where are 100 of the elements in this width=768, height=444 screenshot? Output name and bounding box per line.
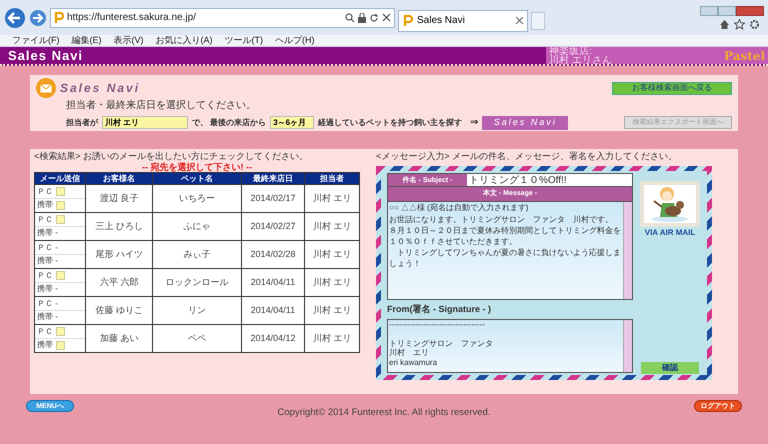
table-cell: 川村 エリ (312, 276, 352, 287)
staff-dropdown[interactable]: 川村 エリ (102, 116, 188, 129)
signature-line: 川村 エリ (389, 348, 430, 358)
close-icon[interactable] (382, 13, 391, 22)
table-cell: リン (188, 304, 206, 315)
menu-item[interactable]: ツール(T) (224, 36, 263, 45)
table-cell: 2014/04/12 (250, 332, 296, 343)
mail-type-label: ＰＣ - (37, 298, 58, 310)
search-button[interactable]: Sales Navi (482, 116, 568, 130)
site-icon (403, 14, 413, 26)
table-cell: ロックンロール (165, 276, 228, 287)
table-cell: 川村 エリ (312, 248, 352, 259)
home-icon[interactable] (719, 18, 730, 30)
star-icon[interactable] (734, 18, 745, 30)
column-header: 担当者 (304, 172, 360, 184)
column-header: お客様名 (86, 172, 153, 184)
signature-line: eri kawamura (389, 358, 438, 367)
signature-field[interactable]: ------------------------------------ トリミングサロン ファンタ 川村 エリ eri kawamura (387, 318, 633, 372)
copyright-text: Copyright© 2014 Funterest Inc. All rights reserved. (276, 406, 492, 420)
message-field[interactable]: ○○ △△様 (宛名は自動で入力されます) お世話になります。トリミングサロン ファンタ 川村です。 ８月１０日～２０日まで夏休み特別期間としてトリミング料金を１０％Ｏｆｆさせていただきます。 トリミングしてワンちゃんが夏の暑さに負けないよう応援しましょう！ (387, 201, 633, 300)
browser-tab[interactable]: Sales Navi (398, 10, 528, 32)
close-icon[interactable] (516, 17, 523, 24)
airmail-caption: VIA AIR MAIL (644, 227, 696, 239)
back-icon[interactable] (4, 6, 26, 28)
table-cell: 川村 エリ (312, 220, 352, 231)
checkbox[interactable] (56, 340, 65, 350)
menu-item[interactable]: 表示(V) (114, 36, 144, 45)
mail-type-label: 携帯 (37, 199, 53, 211)
close-button[interactable] (736, 6, 764, 16)
table-cell: 2014/04/11 (250, 276, 296, 287)
url-text: https://funterest.sakura.ne.jp/ (67, 11, 197, 25)
mail-type-label: 携帯 (37, 339, 53, 351)
table-cell: いちろー (178, 192, 215, 203)
message-caption: <メッセージ入力> メールの件名、メッセージ、署名を入力してください。 (376, 151, 678, 162)
menu-item[interactable]: 編集(E) (72, 36, 102, 45)
arrow-icon: ⇒ (470, 115, 478, 130)
checkbox[interactable] (56, 271, 65, 280)
column-header: ペット名 (152, 172, 242, 184)
search-icon[interactable] (345, 12, 355, 22)
mail-type-label: 携帯 - (37, 283, 58, 295)
mail-type-label: 携帯 - (37, 255, 58, 267)
condition-label: で、 最後の来店から (192, 116, 266, 128)
table-cell: 川村 エリ (312, 332, 352, 343)
settings-icon[interactable] (749, 18, 760, 30)
table-cell: 加藤 あい (100, 332, 138, 343)
results-caption: <検索結果> お誘いのメールを出したい方にチェックしてください。 (34, 151, 310, 162)
table-cell: みぃ子 (183, 248, 210, 259)
signature-line: ------------------------------------ (389, 320, 486, 329)
mail-type-label: ＰＣ (37, 186, 53, 198)
shop-name: 神楽坂店: (549, 46, 593, 56)
tab-title: Sales Navi (417, 14, 466, 28)
table-cell: ペペ (188, 332, 206, 343)
mail-type-label: ＰＣ (37, 214, 53, 226)
table-cell: 渡辺 良子 (100, 192, 138, 203)
menu-item[interactable]: ファイル(F) (12, 36, 60, 45)
table-cell: 尾形 ハイツ (95, 248, 143, 259)
mail-type-label: 携帯 - (37, 227, 58, 239)
new-tab-button[interactable] (531, 12, 545, 30)
salutation-text: ○○ △△様 (宛名は自動で入力されます) (389, 202, 530, 213)
table-cell: 2014/02/27 (250, 220, 296, 231)
table-cell: ふにゃ (183, 220, 210, 231)
mail-type-label: 携帯 - (37, 311, 58, 323)
message-line: ８月１０日～２０日まで夏休み特別期間としてトリミング料金を１０％Ｏｆｆさせていただきます。 (389, 225, 622, 247)
lock-icon (358, 12, 366, 22)
signature-label: From(署名 - Signature - ) (387, 303, 492, 316)
table-cell: 六平 六郎 (100, 276, 138, 287)
forward-icon[interactable] (29, 8, 47, 26)
menu-item[interactable]: お気に入り(A) (156, 36, 212, 45)
table-cell: 2014/02/28 (250, 248, 296, 259)
period-dropdown[interactable]: 3～6ヶ月 (270, 116, 314, 129)
message-line: お世話になります。トリミングサロン ファンタ 川村です。 (389, 214, 614, 225)
table-cell: 2014/02/17 (250, 192, 296, 203)
scrollbar[interactable] (623, 320, 632, 372)
section-title: Sales Navi (60, 80, 140, 97)
address-bar[interactable]: https://funterest.sakura.ne.jp/ (50, 8, 395, 28)
menu-item[interactable]: ヘルプ(H) (275, 36, 314, 45)
site-icon (54, 12, 64, 24)
envelope-icon (36, 78, 56, 98)
refresh-icon[interactable] (369, 12, 379, 22)
pastel-logo: Pastel (724, 48, 765, 64)
column-header: 最終来店日 (241, 172, 305, 184)
warning-text: -- 宛先を選択して下さい! -- (142, 162, 252, 172)
scrollbar[interactable] (623, 202, 632, 299)
confirm-button[interactable]: 確認 (641, 362, 699, 374)
checkbox[interactable] (56, 187, 65, 196)
checkbox[interactable] (56, 327, 65, 336)
table-cell: 川村 エリ (312, 304, 352, 315)
app-title: Sales Navi (7, 46, 84, 65)
table-cell: 佐藤 ゆりこ (95, 304, 143, 315)
back-to-search-button[interactable]: お客様検索画面へ戻る (612, 82, 732, 94)
checkbox[interactable] (56, 215, 65, 224)
mail-type-label: ＰＣ - (37, 242, 58, 254)
mail-type-label: ＰＣ (37, 270, 53, 282)
table-cell: 2014/04/11 (250, 304, 296, 315)
table-cell: 川村 エリ (312, 192, 352, 203)
checkbox[interactable] (56, 200, 65, 210)
mail-type-label: ＰＣ (37, 326, 53, 338)
message-line: トリミングしてワンちゃんが夏の暑さに負けないよう応援しましょう！ (389, 247, 622, 269)
user-name: 川村 エリさん (549, 56, 612, 64)
signature-line: トリミングサロン ファンタ (389, 338, 494, 348)
